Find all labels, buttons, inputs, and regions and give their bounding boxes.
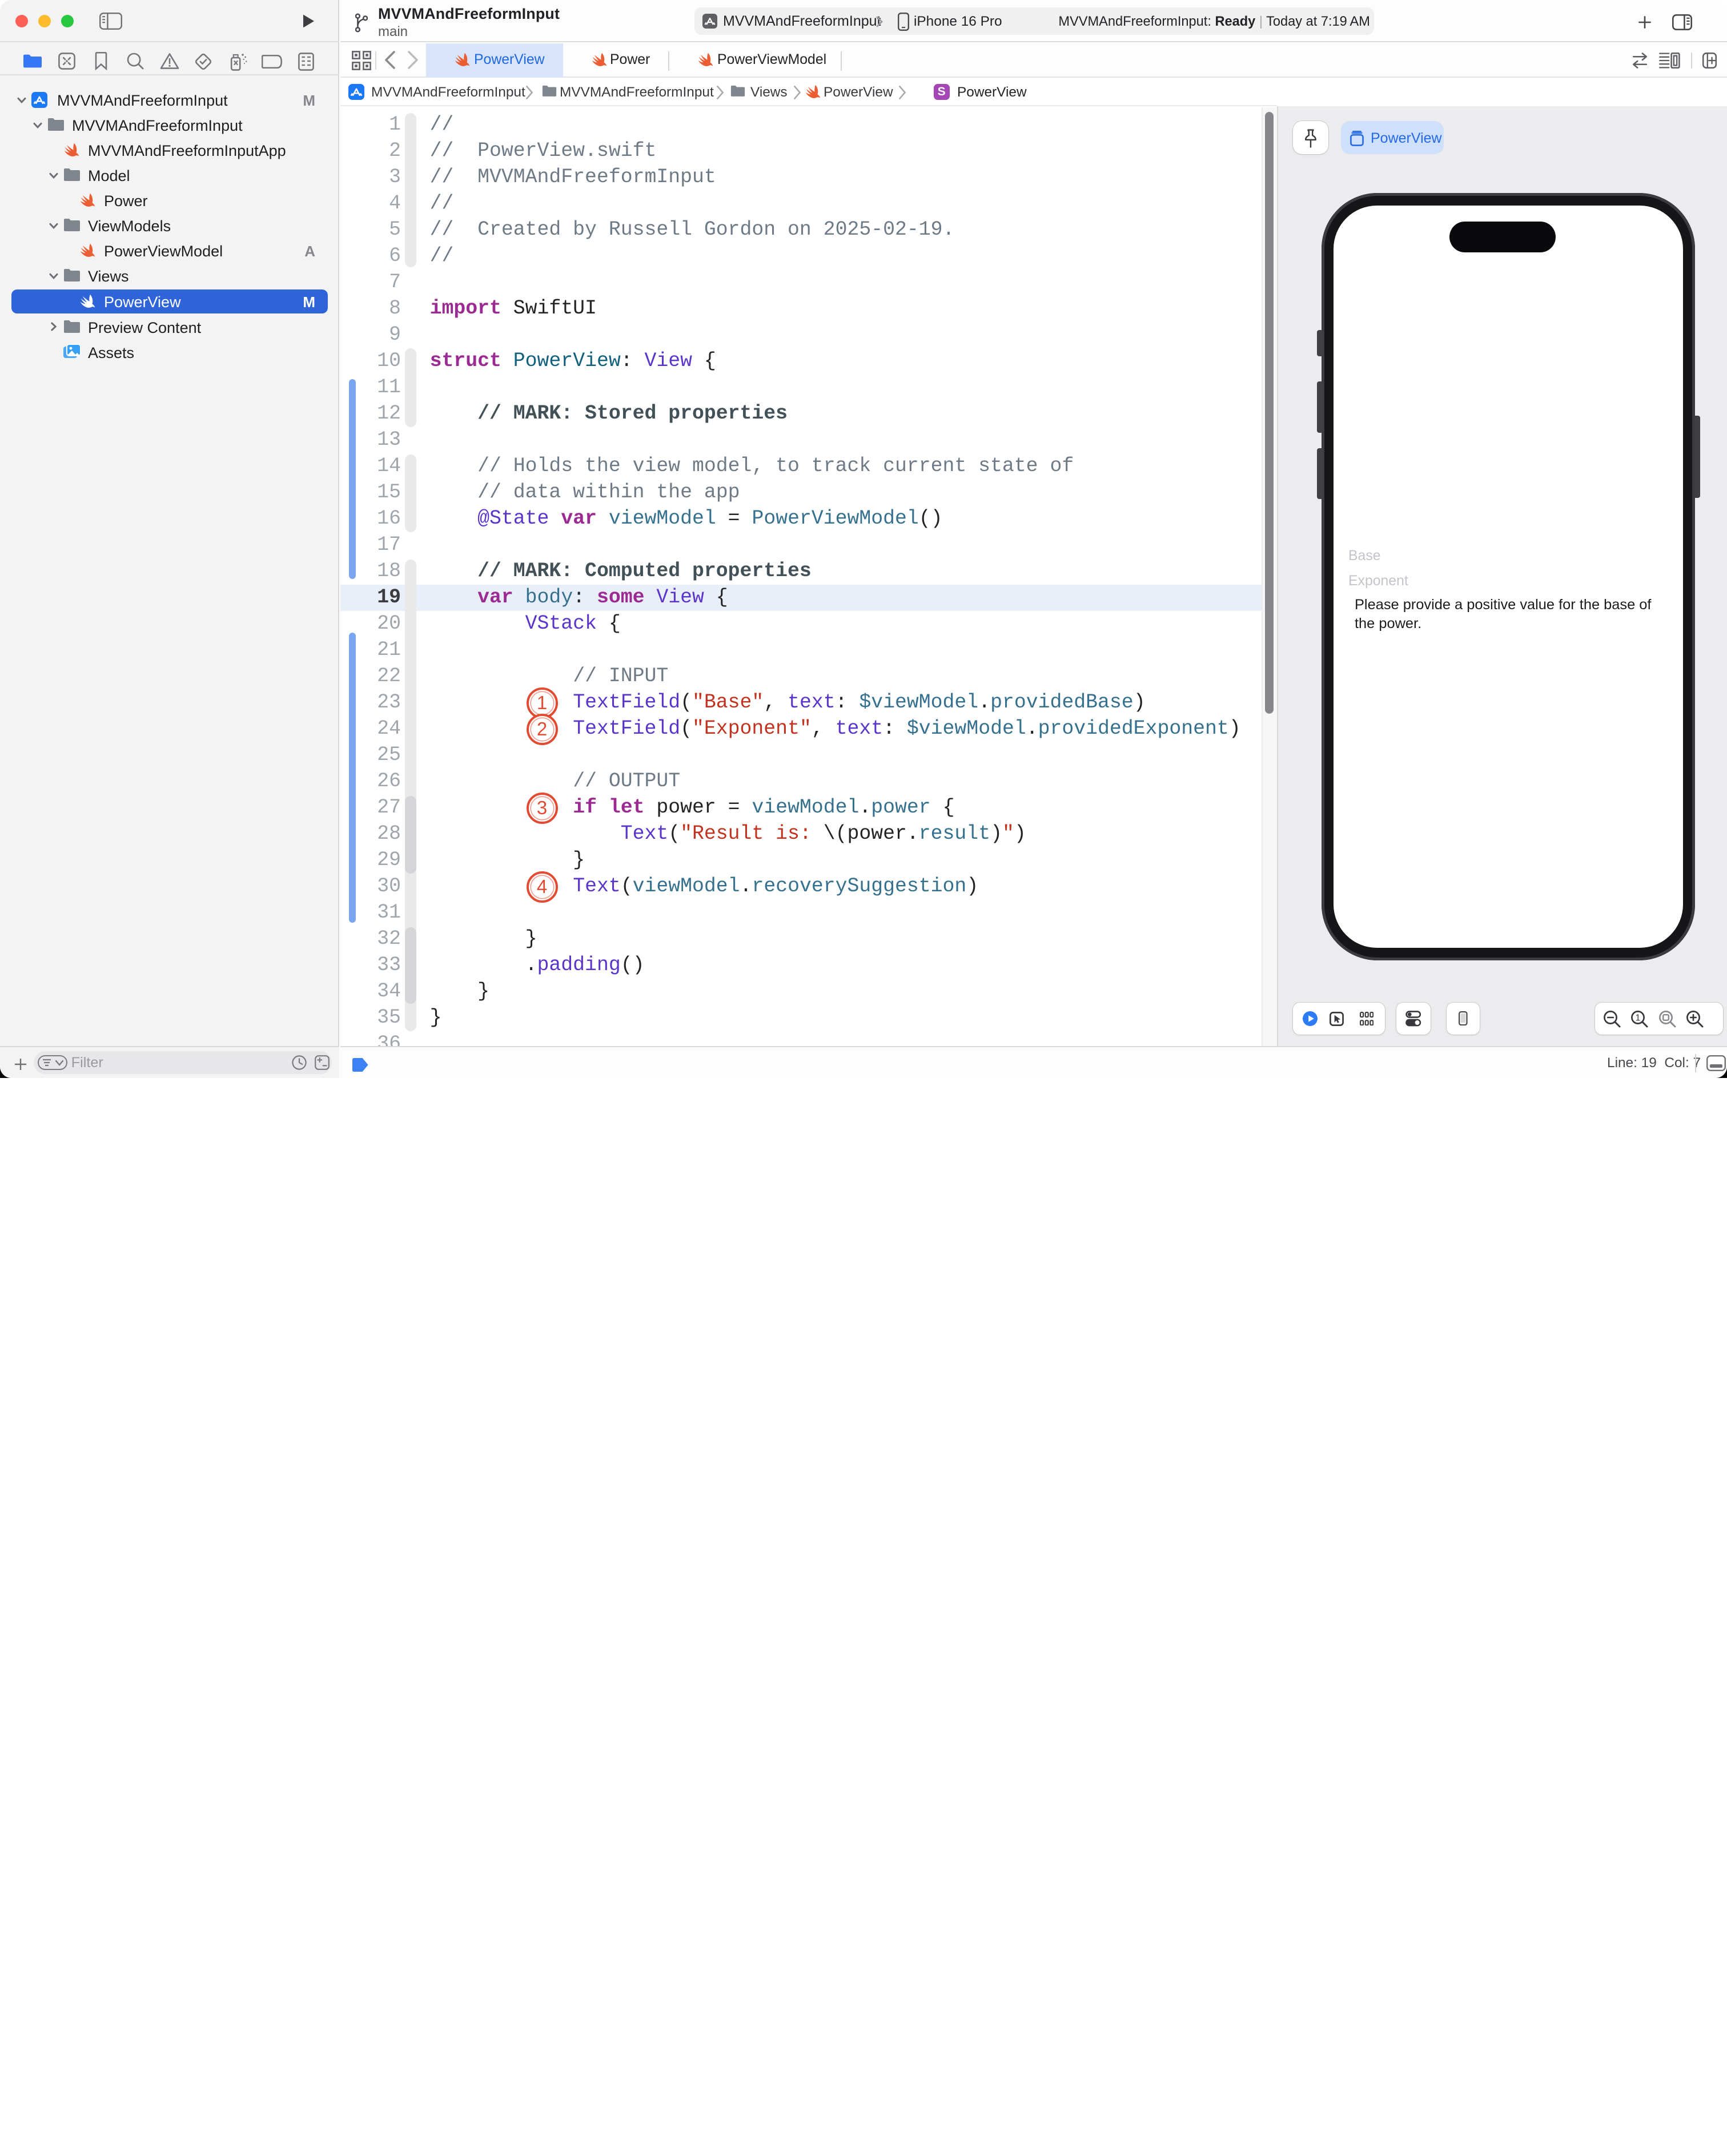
svg-text:1: 1 [1636,1013,1641,1023]
